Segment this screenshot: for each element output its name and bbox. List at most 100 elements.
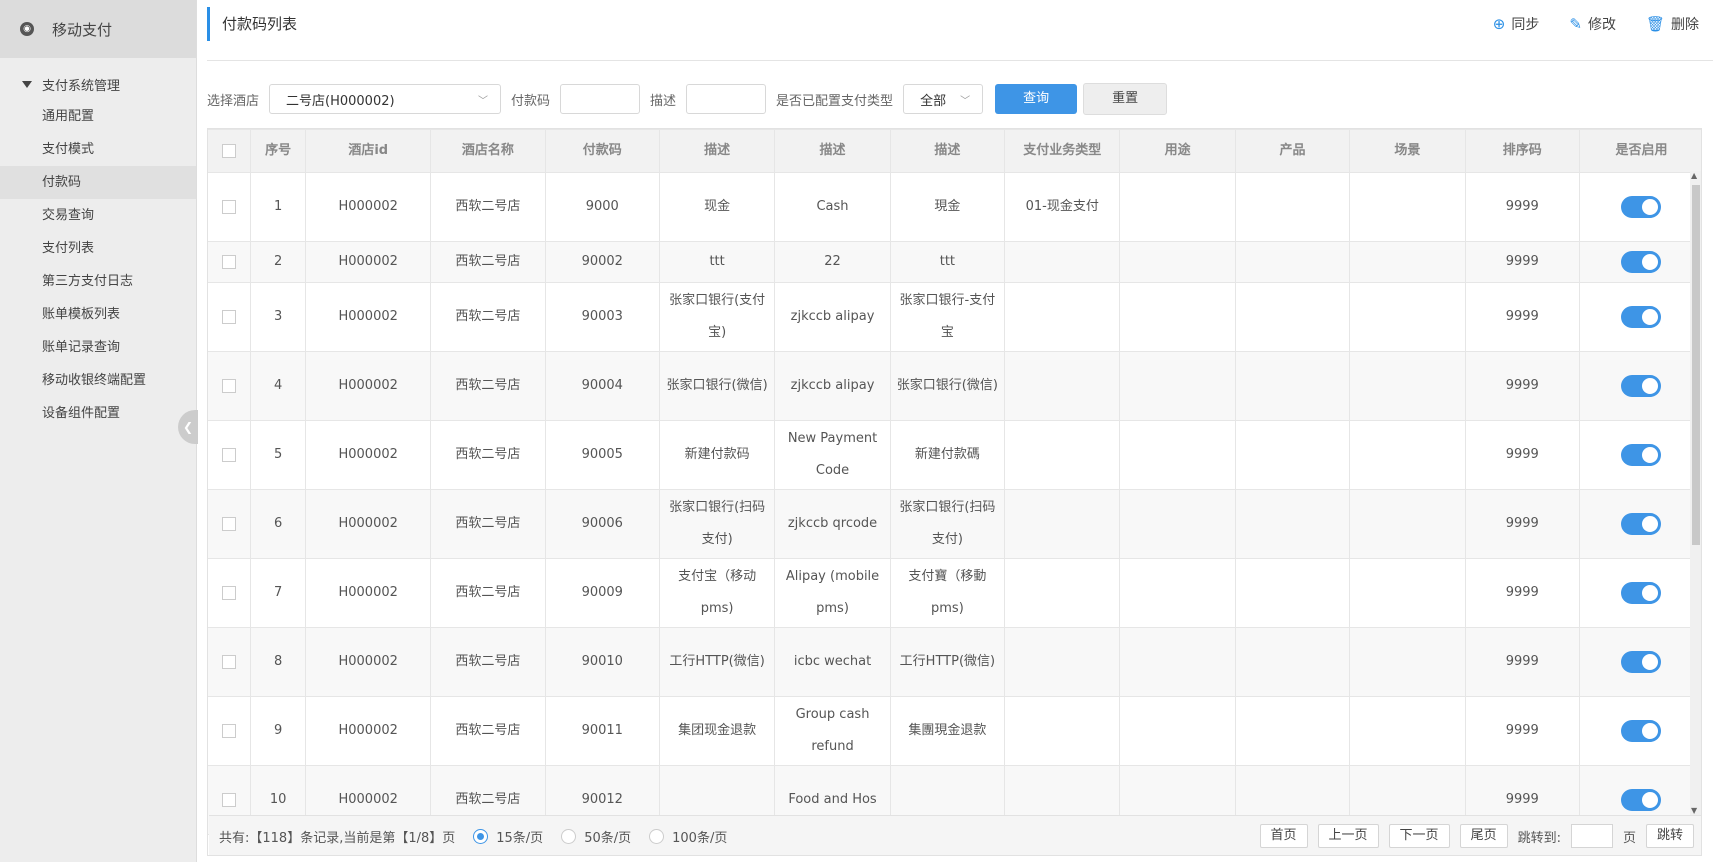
page-size-50-radio[interactable] [561,828,577,844]
page-size-15-label: 15条/页 [496,830,544,846]
table-cell: H000002 [305,172,432,242]
desc-input[interactable] [686,84,767,114]
enabled-toggle[interactable] [1621,305,1662,328]
jump-button[interactable]: 跳转 [1645,824,1694,848]
table-cell: zjkccb qrcode [774,489,891,559]
column-header: 是否启用 [1578,129,1701,173]
sidebar-header[interactable]: ◉ 移动支付 [0,0,196,58]
table-cell: 西软二号店 [430,241,546,283]
table-row[interactable]: 3 H000002 西软二号店 90003 张家口银行(支付宝) zjkccb alipa… [208,282,1701,352]
table-cell [1004,696,1121,766]
row-checkbox[interactable] [222,654,237,669]
scrollbar-thumb[interactable] [1692,185,1700,545]
table-cell: 9999 [1464,696,1580,766]
enabled-toggle[interactable] [1621,195,1662,218]
table-row[interactable]: 2 H000002 西软二号店 90002 ttt 22 ttt 9999 [208,241,1701,283]
table-cell: 支付宝（移动pms) [658,558,776,628]
sidebar-item-payment-list[interactable]: 支付列表 [0,232,196,265]
sidebar-item-payment-code[interactable]: 付款码 [0,166,196,199]
table-cell [1349,558,1466,628]
page-unit-label: 页 [1622,830,1636,846]
table-cell: Group cash refund [774,696,891,766]
table-row[interactable]: 9 H000002 西软二号店 90011 集团现金退款 Group cash refun… [208,696,1701,766]
delete-button[interactable]: 🗑 删除 [1646,14,1699,34]
table-row[interactable]: 6 H000002 西软二号店 90006 张家口银行(扫码支付) zjkccb qrco… [208,489,1701,559]
table-cell: 9999 [1464,282,1580,352]
table-cell: 9999 [1464,558,1580,628]
table-cell: 9999 [1464,627,1580,697]
edit-button[interactable]: ✎ 修改 [1569,14,1616,34]
enabled-toggle[interactable] [1621,581,1662,604]
sidebar-item-device-component-config[interactable]: 设备组件配置 [0,397,196,430]
table-cell: icbc wechat [774,627,891,697]
table-row[interactable]: 4 H000002 西软二号店 90004 张家口银行(微信) zjkccb alipay… [208,351,1701,421]
table-cell: H000002 [305,351,432,421]
table-cell [1349,241,1466,283]
table-cell [1234,172,1351,242]
sidebar-item-payment-mode[interactable]: 支付模式 [0,133,196,166]
row-checkbox[interactable] [222,585,237,600]
table-cell [1349,489,1466,559]
enabled-toggle[interactable] [1621,719,1662,742]
enabled-toggle[interactable] [1621,374,1662,397]
row-checkbox[interactable] [222,309,237,324]
enabled-toggle[interactable] [1621,512,1662,535]
table-row[interactable]: 1 H000002 西软二号店 9000 现金 Cash 現金 01-现金支付 9999 [208,172,1701,242]
sidebar-collapse-button[interactable]: ❮ [178,410,198,444]
next-page-button[interactable]: 下一页 [1388,824,1450,848]
page-title: 付款码列表 [207,7,297,41]
page-size-100-radio[interactable] [649,828,665,844]
page-size-15-radio[interactable] [473,828,489,844]
table-cell: 支付寶（移動pms) [889,558,1006,628]
column-header: 序号 [250,129,307,173]
enabled-toggle[interactable] [1621,250,1662,273]
first-page-button[interactable]: 首页 [1259,824,1308,848]
table-cell: H000002 [305,420,432,490]
main-content: 付款码列表 ⊕ 同步 ✎ 修改 🗑 删除 选择酒店 二号店(H000002) ﹀ 付款… [207,0,1717,862]
row-checkbox[interactable] [222,516,237,531]
table-cell: 西软二号店 [430,172,546,242]
row-checkbox[interactable] [222,447,237,462]
trash-icon: 🗑 [1645,15,1665,33]
scroll-up-icon[interactable]: ▲ [1691,171,1697,180]
configured-select[interactable]: 全部 ﹀ [903,84,984,114]
row-checkbox[interactable] [222,199,237,214]
scroll-down-icon[interactable]: ▼ [1691,806,1697,815]
table-cell: 90009 [544,558,660,628]
table-scrollbar[interactable]: ▲ ▼ [1690,171,1701,815]
enabled-toggle[interactable] [1621,788,1662,811]
enabled-cell [1578,351,1701,421]
sidebar-item-bill-record-query[interactable]: 账单记录查询 [0,331,196,364]
table-row[interactable]: 7 H000002 西软二号店 90009 支付宝（移动pms) Alipay (mobi… [208,558,1701,628]
table-cell: 90004 [544,351,660,421]
table-cell: 90010 [544,627,660,697]
table-cell: 新建付款码 [658,420,776,490]
last-page-button[interactable]: 尾页 [1459,824,1508,848]
row-checkbox[interactable] [222,792,237,807]
table-row[interactable]: 5 H000002 西软二号店 90005 新建付款码 New Payment Code 新… [208,420,1701,490]
sync-button[interactable]: ⊕ 同步 [1493,14,1540,34]
sidebar-item-mobile-terminal-config[interactable]: 移动收银终端配置 [0,364,196,397]
table-cell: 新建付款碼 [889,420,1006,490]
select-all-checkbox[interactable] [222,143,237,158]
sidebar-item-third-party-log[interactable]: 第三方支付日志 [0,265,196,298]
reset-button[interactable]: 重置 [1083,83,1168,115]
table-cell: 西软二号店 [430,696,546,766]
jump-page-input[interactable] [1570,824,1613,848]
query-button[interactable]: 查询 [995,84,1078,114]
sidebar-group-payment-system[interactable]: 支付系统管理 [0,68,196,100]
code-input[interactable] [560,84,641,114]
hotel-select[interactable]: 二号店(H000002) ﹀ [269,84,502,114]
pencil-icon: ✎ [1569,15,1582,33]
enabled-toggle[interactable] [1621,443,1662,466]
row-checkbox[interactable] [222,254,237,269]
row-checkbox[interactable] [222,378,237,393]
sidebar-item-bill-template-list[interactable]: 账单模板列表 [0,298,196,331]
sidebar-item-general-config[interactable]: 通用配置 [0,100,196,133]
row-checkbox[interactable] [222,723,237,738]
prev-page-button[interactable]: 上一页 [1317,824,1379,848]
sidebar-item-transaction-query[interactable]: 交易查询 [0,199,196,232]
enabled-toggle[interactable] [1621,650,1662,673]
table-cell: Cash [774,172,891,242]
table-row[interactable]: 8 H000002 西软二号店 90010 工行HTTP(微信) icbc wechat 工… [208,627,1701,697]
